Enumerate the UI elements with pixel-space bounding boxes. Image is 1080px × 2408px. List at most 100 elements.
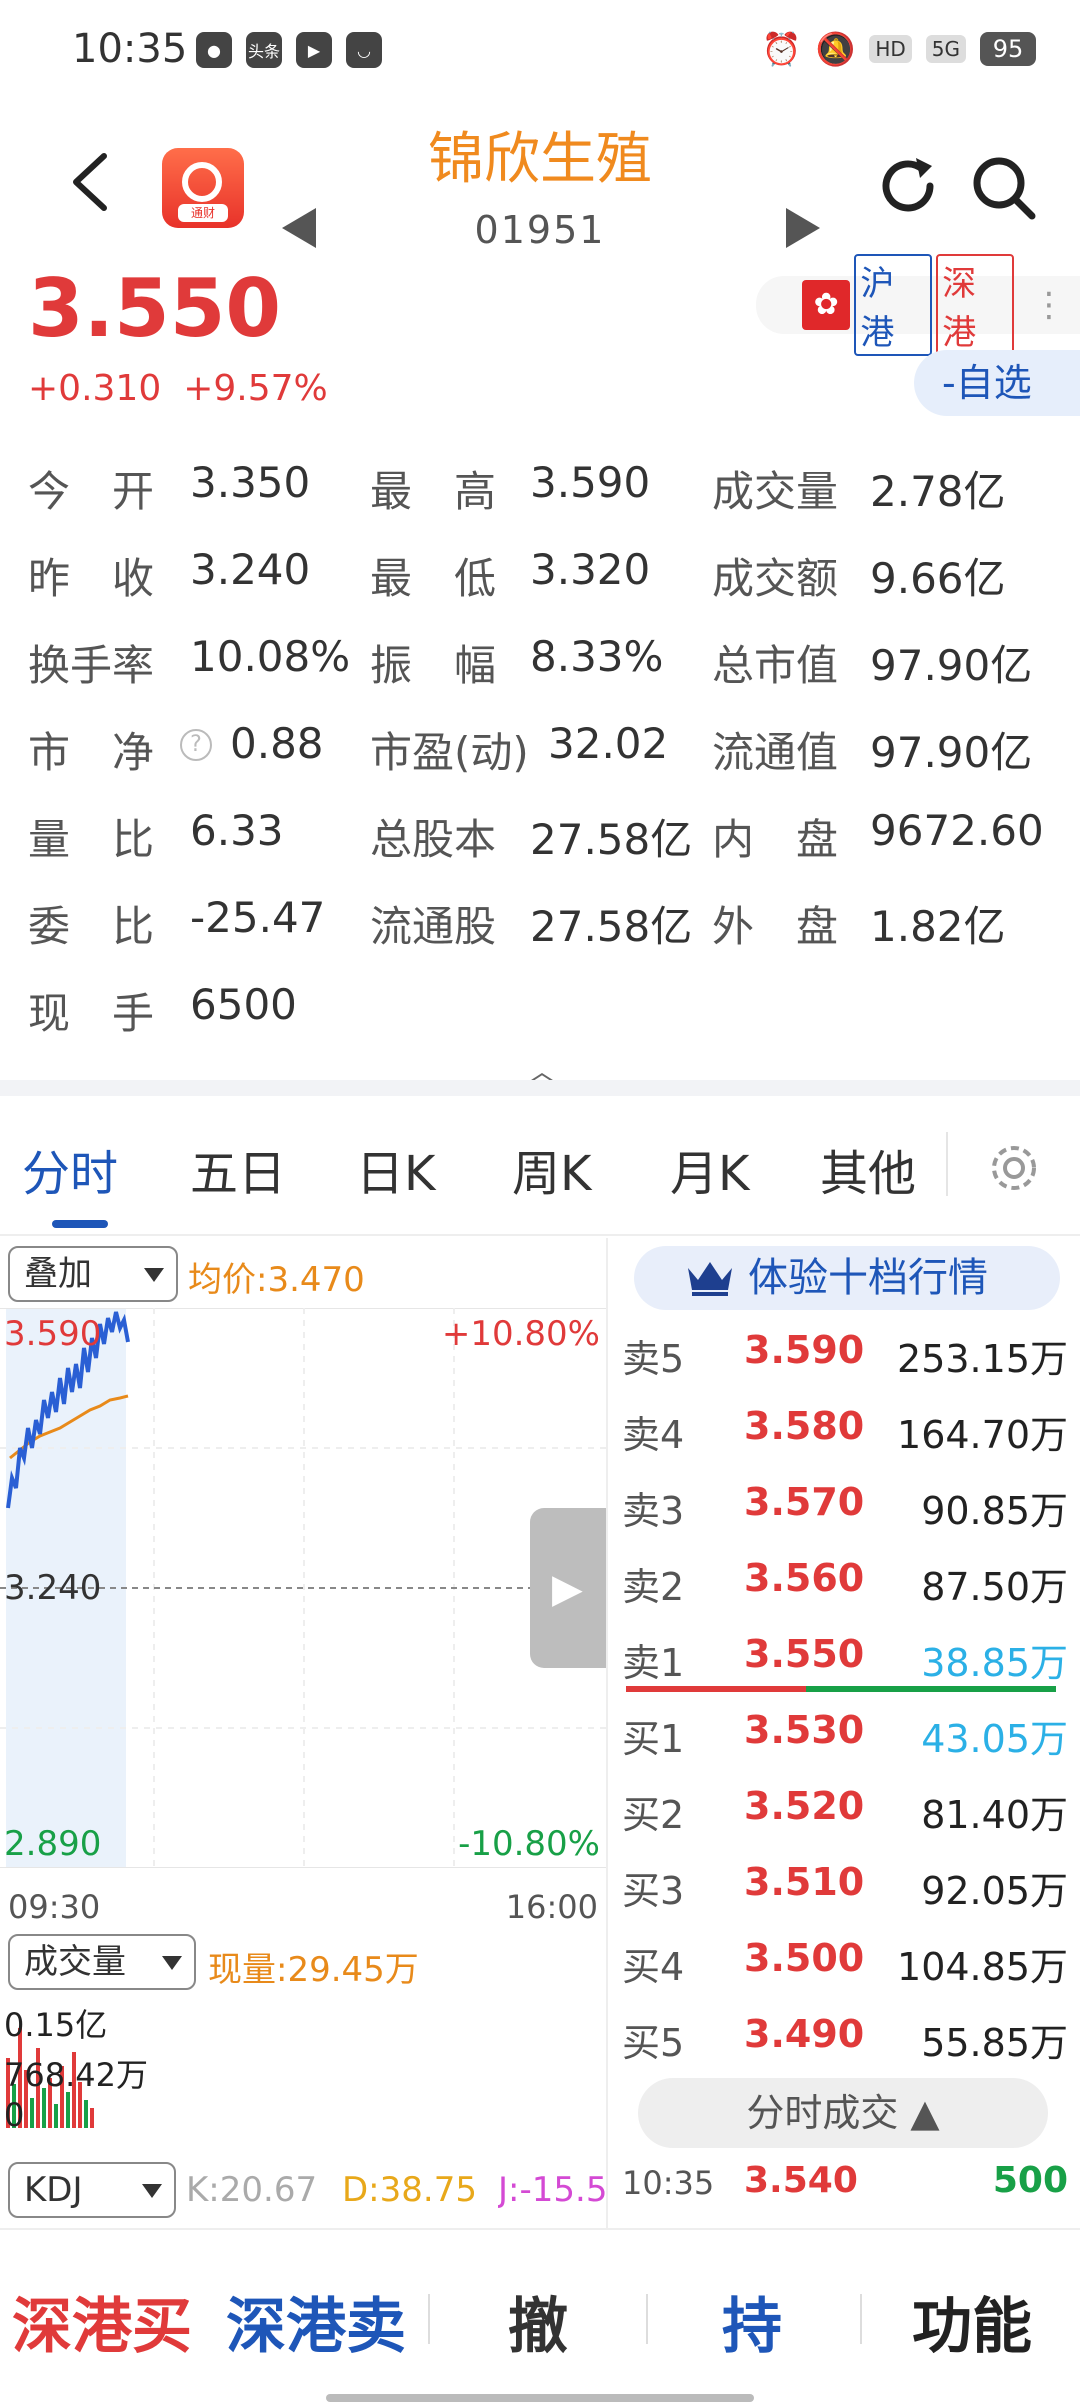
notification-icons: ● 头条 ▶ ◡: [196, 32, 382, 68]
mute-icon: 🔕: [815, 30, 856, 68]
tick-price: 3.540: [744, 2160, 858, 2201]
ask-row[interactable]: 卖1 3.550 38.85万: [608, 1632, 1080, 1692]
y-axis-low: 2.890: [4, 1824, 102, 1864]
tab-five-day[interactable]: 五日: [190, 1134, 286, 1204]
bid-row[interactable]: 买5 3.490 55.85万: [608, 2012, 1080, 2072]
overlay-select[interactable]: 叠加: [8, 1246, 178, 1302]
stat-label: 振 幅: [370, 641, 497, 690]
tab-intraday[interactable]: 分时: [22, 1134, 118, 1204]
action-separator: [646, 2294, 648, 2344]
volume-axis-top: 0.15亿: [4, 2006, 108, 2044]
help-icon[interactable]: ?: [180, 729, 212, 761]
tick-volume: 500: [992, 2160, 1068, 2201]
stat-label: 最 低: [370, 554, 497, 603]
tab-other[interactable]: 其他: [820, 1134, 916, 1204]
sell-pressure-bar: [626, 1686, 806, 1692]
connect-badges: ✿ 沪港 深港 ⋮: [756, 254, 1080, 356]
holdings-button[interactable]: 持: [722, 2278, 782, 2365]
order-book: 体验十档行情 卖5 3.590 253.15万 卖4 3.580 164.70万…: [606, 1238, 1080, 2228]
bid-row[interactable]: 买2 3.520 81.40万: [608, 1784, 1080, 1844]
ask-row[interactable]: 卖2 3.560 87.50万: [608, 1556, 1080, 1616]
tab-weekly-k[interactable]: 周K: [512, 1134, 591, 1204]
bid-price: 3.520: [744, 1784, 865, 1828]
chevron-down-icon: [162, 1956, 182, 1970]
stat-label: 量 比: [28, 815, 155, 864]
status-bar: 10:35 ● 头条 ▶ ◡ ⏰ 🔕 HD 5G 95: [0, 0, 1080, 100]
battery-icon: 95: [980, 32, 1036, 66]
stat-label: 内 盘: [712, 815, 839, 864]
gear-icon[interactable]: [986, 1140, 1042, 1196]
functions-button[interactable]: 功能: [912, 2278, 1032, 2365]
stat-value: 0.88: [230, 719, 324, 768]
bid-price: 3.490: [744, 2012, 865, 2056]
stat-value: 2.78亿: [870, 467, 1006, 516]
ask-row[interactable]: 卖5 3.590 253.15万: [608, 1328, 1080, 1388]
stat-value: 9672.60: [870, 806, 1044, 855]
stat-value: 6.33: [190, 806, 284, 855]
buy-button[interactable]: 深港买: [12, 2278, 192, 2365]
stats-row: 昨 收 3.240 最 低 3.320 成交额 9.66亿: [0, 545, 1080, 605]
bid-row[interactable]: 买4 3.500 104.85万: [608, 1936, 1080, 1996]
search-icon[interactable]: [970, 154, 1038, 222]
action-separator: [428, 2294, 430, 2344]
y-axis-prev-close: 3.240: [4, 1568, 102, 1608]
active-tab-indicator: [52, 1220, 108, 1228]
bid-volume: 104.85万: [897, 1945, 1068, 1989]
tab-monthly-k[interactable]: 月K: [670, 1134, 749, 1204]
change-percent: +9.57%: [183, 368, 328, 409]
ask-label: 卖5: [622, 1337, 685, 1381]
ask-volume: 38.85万: [921, 1641, 1068, 1685]
pct-axis-high: +10.80%: [441, 1314, 600, 1354]
stats-row: 今 开 3.350 最 高 3.590 成交量 2.78亿: [0, 458, 1080, 518]
ask-price: 3.590: [744, 1328, 865, 1372]
signal-icon: 5G: [925, 35, 966, 63]
ask-row[interactable]: 卖3 3.570 90.85万: [608, 1480, 1080, 1540]
time-sales-button[interactable]: 分时成交 ▲: [638, 2078, 1048, 2148]
ask-row[interactable]: 卖4 3.580 164.70万: [608, 1404, 1080, 1464]
refresh-icon[interactable]: [876, 154, 940, 218]
bid-label: 买5: [622, 2021, 685, 2065]
intraday-chart-panel: 叠加 均价:3.470 3.590 +10.80% 3.240 2.890 -1…: [0, 1238, 606, 2228]
stat-label: 成交量: [712, 467, 839, 516]
kdj-j-value: J:-15.5: [498, 2170, 606, 2210]
cancel-order-button[interactable]: 撤: [508, 2278, 568, 2365]
stat-label: 流通值: [712, 728, 839, 777]
chart-side-handle[interactable]: ▶: [530, 1508, 606, 1668]
bid-label: 买1: [622, 1717, 685, 1761]
status-time: 10:35: [72, 26, 188, 72]
ask-volume: 164.70万: [897, 1413, 1068, 1457]
next-stock-arrow-icon[interactable]: [786, 208, 820, 248]
kdj-select[interactable]: KDJ: [8, 2162, 176, 2218]
home-indicator[interactable]: [326, 2394, 754, 2402]
stat-label: 昨 收: [28, 554, 155, 603]
stat-value: 3.350: [190, 458, 311, 507]
trade-tick-row: 10:35 3.540 500: [608, 2160, 1080, 2220]
shop-icon: ◡: [346, 32, 382, 68]
bid-volume: 43.05万: [921, 1717, 1068, 1761]
chart-tabs: 分时 五日 日K 周K 月K 其他: [0, 1096, 1080, 1236]
bid-price: 3.530: [744, 1708, 865, 1752]
hk-flag-icon: ✿: [802, 280, 851, 330]
stat-value: 97.90亿: [870, 728, 1033, 777]
stat-label: 今 开: [28, 467, 155, 516]
bid-row[interactable]: 买3 3.510 92.05万: [608, 1860, 1080, 1920]
tab-separator: [946, 1132, 948, 1196]
ask-price: 3.580: [744, 1404, 865, 1448]
remove-watchlist-button[interactable]: -自选: [914, 350, 1080, 416]
bid-price: 3.500: [744, 1936, 865, 1980]
tick-time: 10:35: [622, 2164, 715, 2202]
sell-button[interactable]: 深港卖: [226, 2278, 406, 2365]
tab-daily-k[interactable]: 日K: [356, 1134, 435, 1204]
ask-label: 卖4: [622, 1413, 685, 1457]
shenzhen-connect-badge: 深港: [936, 254, 1015, 356]
ask-price: 3.550: [744, 1632, 865, 1676]
stats-row: 市 净 ? 0.88 市盈(动) 32.02 流通值 97.90亿: [0, 719, 1080, 779]
bid-row[interactable]: 买1 3.530 43.05万: [608, 1708, 1080, 1768]
more-vertical-icon[interactable]: ⋮: [1032, 285, 1066, 325]
video-icon: ▶: [296, 32, 332, 68]
indicator-select[interactable]: 成交量: [8, 1934, 196, 1990]
overlay-select-value: 叠加: [24, 1254, 92, 1294]
stat-value: 6500: [190, 980, 297, 1029]
kdj-d-value: D:38.75: [342, 2170, 477, 2210]
ten-level-quote-button[interactable]: 体验十档行情: [634, 1246, 1060, 1310]
